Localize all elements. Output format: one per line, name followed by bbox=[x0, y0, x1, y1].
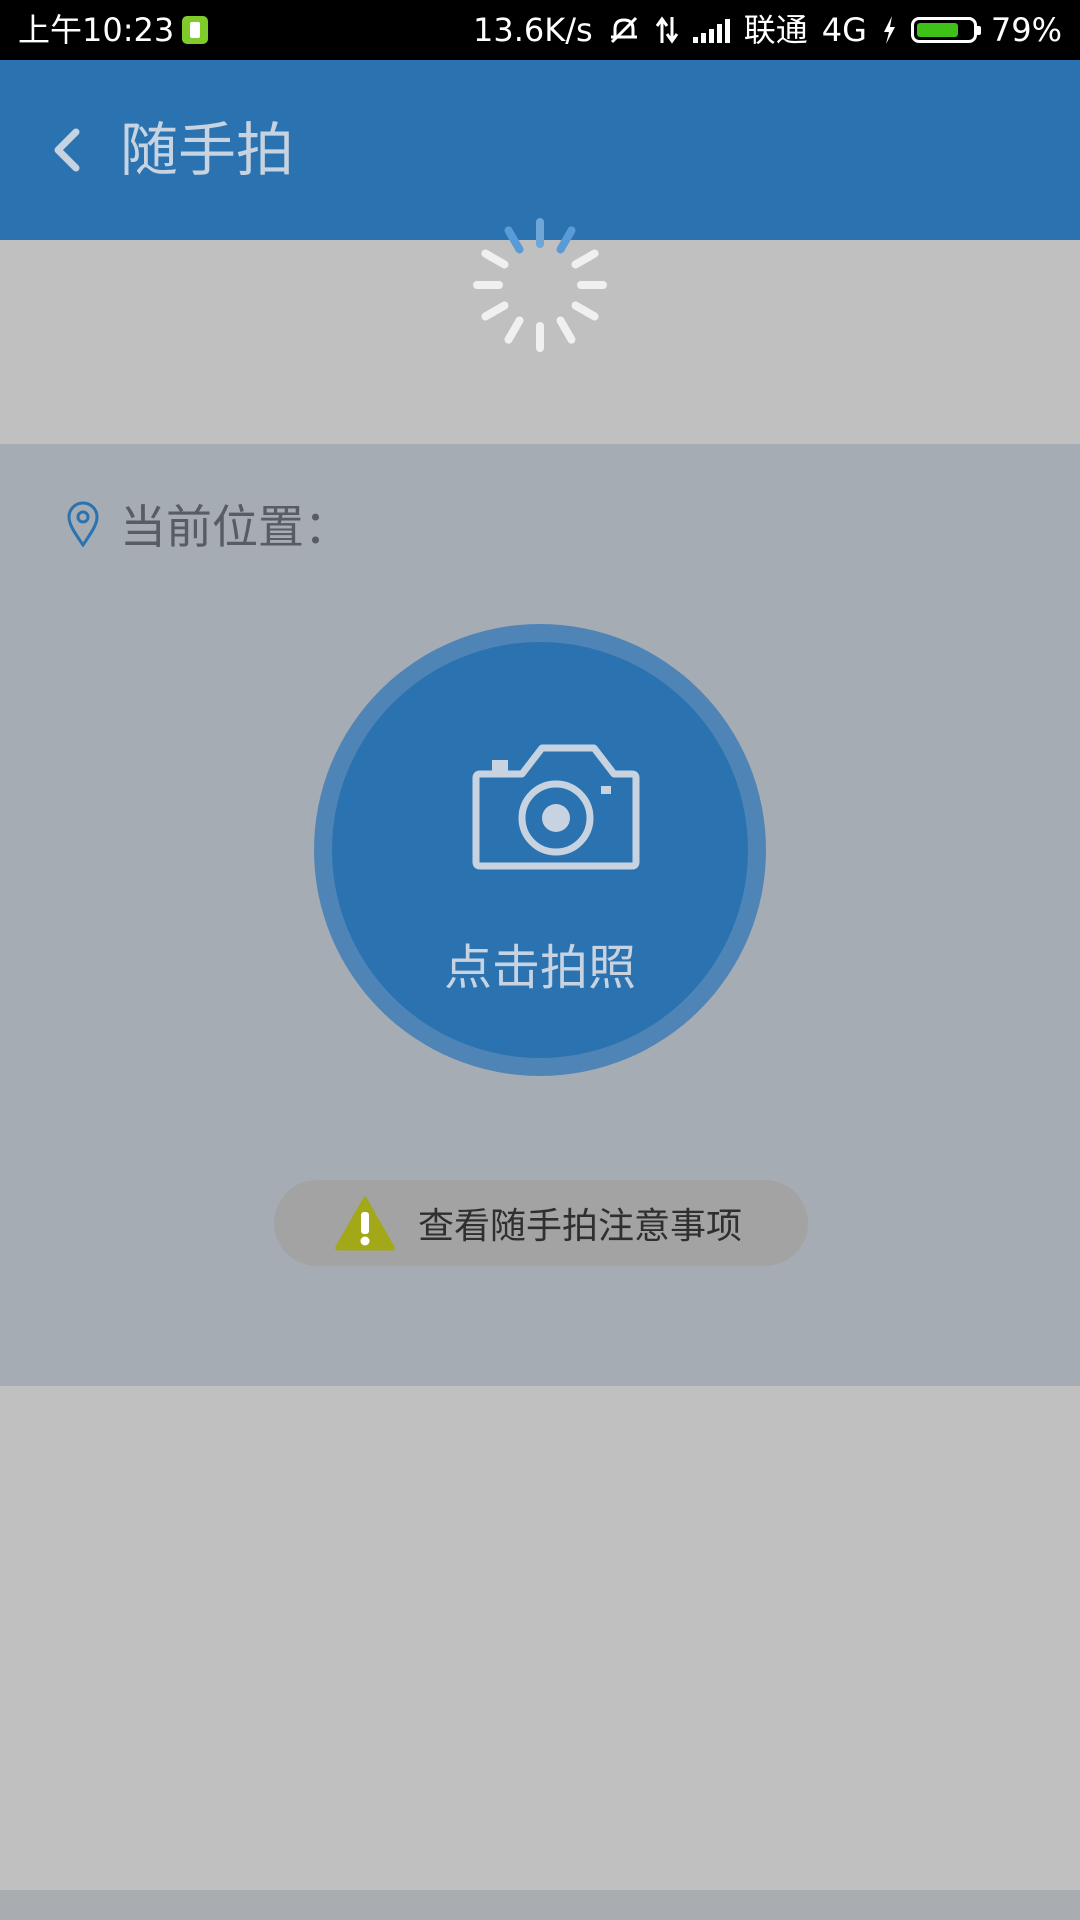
camera-icon bbox=[472, 744, 640, 870]
bottom-strip bbox=[0, 1890, 1080, 1920]
main-panel: 当前位置： 点击拍照 查看随手拍注意事项 bbox=[0, 444, 1080, 1386]
status-time: 上午10:23 bbox=[18, 11, 175, 49]
signal-strength-icon bbox=[692, 17, 730, 43]
page-title: 随手拍 bbox=[120, 116, 295, 184]
back-button[interactable] bbox=[38, 120, 98, 180]
current-location-row: 当前位置： bbox=[66, 484, 350, 564]
status-indicators: 13.6K/s 联通 4G 79% bbox=[473, 0, 1062, 60]
status-bar: 上午10:23 13.6K/s 联通 4G 79% bbox=[0, 0, 1080, 60]
chevron-left-icon bbox=[54, 128, 80, 172]
current-location-label: 当前位置： bbox=[120, 500, 350, 554]
take-photo-button[interactable]: 点击拍照 bbox=[314, 624, 766, 1076]
view-notice-button[interactable]: 查看随手拍注意事项 bbox=[274, 1180, 808, 1266]
charging-icon bbox=[883, 16, 895, 44]
net-speed: 13.6K/s bbox=[473, 11, 593, 49]
network-type: 4G bbox=[821, 11, 867, 49]
sim-card-icon bbox=[182, 16, 208, 44]
take-photo-inner[interactable]: 点击拍照 bbox=[332, 642, 748, 1058]
take-photo-label: 点击拍照 bbox=[443, 940, 636, 996]
warning-icon bbox=[335, 1196, 395, 1251]
loading-spinner-icon bbox=[473, 218, 607, 352]
location-pin-icon bbox=[67, 501, 99, 547]
data-transfer-icon bbox=[655, 16, 678, 44]
battery-percent: 79% bbox=[990, 11, 1062, 49]
view-notice-label: 查看随手拍注意事项 bbox=[418, 1206, 743, 1247]
mute-bell-icon bbox=[610, 16, 637, 44]
battery-icon bbox=[910, 17, 981, 43]
carrier-name: 联通 bbox=[743, 11, 808, 49]
